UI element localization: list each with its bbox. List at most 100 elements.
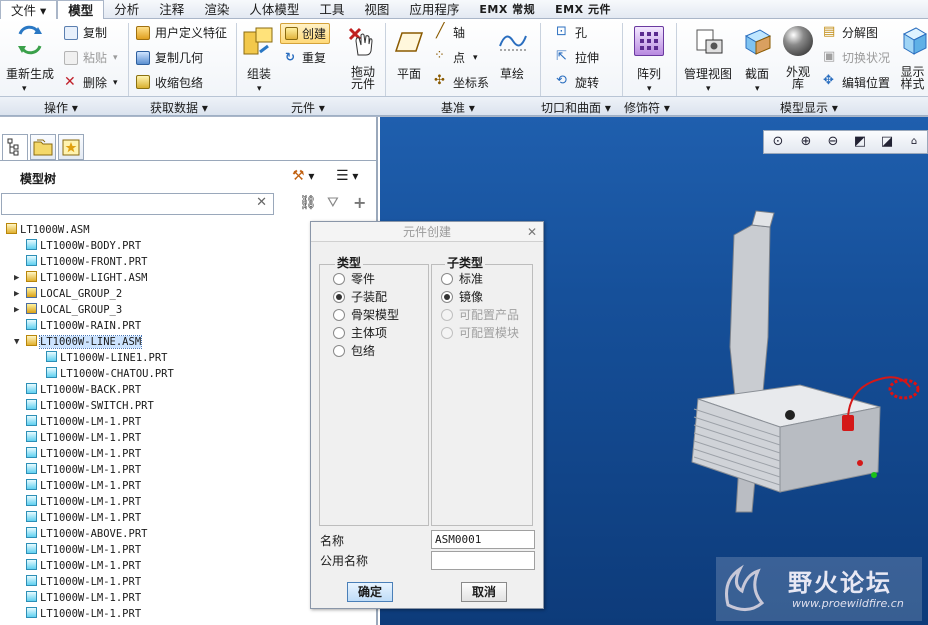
edit-position-button[interactable]: 编辑位置 <box>842 76 890 90</box>
filter-icon[interactable]: ⛛ <box>327 195 339 211</box>
tree-item[interactable]: LT1000W-LM-1.PRT <box>26 462 141 478</box>
tree-item[interactable]: LT1000W-LM-1.PRT <box>26 446 141 462</box>
menu-analysis[interactable]: 分析 <box>104 0 149 19</box>
menu-tools[interactable]: 工具 <box>309 0 354 19</box>
clear-search-icon[interactable]: ✕ <box>256 195 267 210</box>
menu-model[interactable]: 模型 <box>57 0 105 20</box>
appearance-gallery-icon[interactable] <box>783 26 813 56</box>
group-model-display[interactable]: 模型显示 ▾ <box>780 99 838 116</box>
group-datum[interactable]: 基准 ▾ <box>441 99 475 116</box>
delete-button[interactable]: 删除 <box>83 76 107 90</box>
menu-manikin[interactable]: 人体模型 <box>239 0 309 19</box>
revolve-button[interactable]: 旋转 <box>575 76 599 90</box>
shrinkwrap-button[interactable]: 收缩包络 <box>155 76 203 90</box>
tree-item[interactable]: LT1000W-LM-1.PRT <box>26 414 141 430</box>
regenerate-dropdown-icon[interactable]: ▾ <box>22 82 27 96</box>
menu-view[interactable]: 视图 <box>354 0 399 19</box>
refit-icon[interactable]: ⊙ <box>767 131 789 153</box>
drag-components-icon[interactable] <box>346 25 376 57</box>
tree-item[interactable]: ▶ LOCAL_GROUP_3 <box>14 302 122 318</box>
tree-item[interactable]: LT1000W-BODY.PRT <box>26 238 141 254</box>
type-radio[interactable]: 主体项 <box>333 326 387 340</box>
regenerate-icon[interactable] <box>14 24 46 56</box>
paste-dropdown-icon[interactable]: ▾ <box>113 51 118 65</box>
group-modifiers[interactable]: 修饰符 ▾ <box>624 99 670 116</box>
tree-item[interactable]: LT1000W-LM-1.PRT <box>26 606 141 622</box>
type-radio[interactable]: 骨架模型 <box>333 308 399 322</box>
ok-button[interactable]: 确定 <box>347 582 393 602</box>
zoom-in-icon[interactable]: ⊕ <box>795 131 817 153</box>
tree-item[interactable]: LT1000W-LM-1.PRT <box>26 574 141 590</box>
add-column-icon[interactable]: + <box>353 193 366 212</box>
manage-views-button[interactable]: 管理视图 <box>684 67 732 81</box>
regenerate-button[interactable]: 重新生成 <box>6 67 54 81</box>
drag-components-button[interactable]: 拖动元件 <box>348 66 378 90</box>
type-radio[interactable]: 包络 <box>333 344 375 358</box>
common-name-input[interactable] <box>431 551 535 570</box>
assemble-button[interactable]: 组装 <box>247 67 271 81</box>
tree-item[interactable]: LT1000W-RAIN.PRT <box>26 318 141 334</box>
subtype-radio[interactable]: 镜像 <box>441 290 483 304</box>
point-dropdown-icon[interactable]: ▾ <box>473 51 478 65</box>
group-component[interactable]: 元件 ▾ <box>291 99 325 116</box>
pattern-dropdown-icon[interactable]: ▾ <box>647 82 652 96</box>
tree-item[interactable]: LT1000W-SWITCH.PRT <box>26 398 154 414</box>
menu-render[interactable]: 渲染 <box>194 0 239 19</box>
tree-item[interactable]: LT1000W-BACK.PRT <box>26 382 141 398</box>
tree-expander-icon[interactable]: ▶ <box>14 270 19 286</box>
section-dropdown-icon[interactable]: ▾ <box>755 82 760 96</box>
subtype-radio[interactable]: 标准 <box>441 272 483 286</box>
tree-item[interactable]: LT1000W-LM-1.PRT <box>26 430 141 446</box>
exploded-view-button[interactable]: 分解图 <box>842 26 878 40</box>
toggle-status-button[interactable]: 切换状况 <box>842 51 890 65</box>
tree-columns-button[interactable]: ☰ ▾ <box>336 166 372 186</box>
tree-item[interactable]: LT1000W-LM-1.PRT <box>26 542 141 558</box>
repeat-button[interactable]: 重复 <box>302 51 326 65</box>
copy-geometry-button[interactable]: 复制几何 <box>155 51 203 65</box>
delete-dropdown-icon[interactable]: ▾ <box>113 76 118 90</box>
tree-expander-icon[interactable]: ▶ <box>14 302 19 318</box>
tree-item[interactable]: LT1000W-LM-1.PRT <box>26 590 141 606</box>
assemble-dropdown-icon[interactable]: ▾ <box>257 82 262 96</box>
section-icon[interactable] <box>742 26 772 56</box>
tree-item[interactable]: LT1000W-ABOVE.PRT <box>26 526 147 542</box>
menu-file[interactable]: 文件 ▾ <box>0 0 58 19</box>
plane-icon[interactable] <box>394 30 424 54</box>
type-radio[interactable]: 零件 <box>333 272 375 286</box>
tab-model-tree[interactable] <box>2 134 28 160</box>
repaint-icon[interactable]: ◩ <box>849 131 871 153</box>
hole-button[interactable]: 孔 <box>575 26 587 40</box>
group-get-data[interactable]: 获取数据 ▾ <box>150 99 208 116</box>
pattern-button[interactable]: 阵列 <box>637 67 661 81</box>
tree-item[interactable]: LT1000W.ASM <box>6 222 90 238</box>
extrude-button[interactable]: 拉伸 <box>575 51 599 65</box>
tree-item[interactable]: LT1000W-CHATOU.PRT <box>46 366 174 382</box>
tab-folder-browser[interactable] <box>30 134 56 160</box>
find-icon[interactable]: ⛓ <box>299 195 317 211</box>
appearance-gallery-button[interactable]: 外观库 <box>786 66 810 90</box>
cancel-button[interactable]: 取消 <box>461 582 507 602</box>
copy-button[interactable]: 复制 <box>83 26 107 40</box>
manage-views-icon[interactable] <box>694 26 724 56</box>
menu-applications[interactable]: 应用程序 <box>399 0 469 19</box>
tree-settings-button[interactable]: ⚒ ▾ <box>292 166 328 186</box>
tree-item[interactable]: ▶ LT1000W-LIGHT.ASM <box>14 270 147 286</box>
zoom-out-icon[interactable]: ⊖ <box>822 131 844 153</box>
group-operations[interactable]: 操作 ▾ <box>44 99 78 116</box>
udf-button[interactable]: 用户定义特征 <box>155 26 227 40</box>
display-style-toolbar-icon[interactable]: ◪ <box>876 131 898 153</box>
tree-item[interactable]: ▼ LT1000W-LINE.ASM <box>14 334 143 350</box>
group-cut-surface[interactable]: 切口和曲面 ▾ <box>541 99 611 116</box>
tree-item[interactable]: LT1000W-LM-1.PRT <box>26 478 141 494</box>
tree-expander-icon[interactable]: ▼ <box>14 334 19 350</box>
menu-emx-general[interactable]: EMX 常规 <box>469 0 545 19</box>
manage-views-dropdown-icon[interactable]: ▾ <box>706 82 711 96</box>
menu-emx-component[interactable]: EMX 元件 <box>545 0 621 19</box>
tree-item[interactable]: LT1000W-FRONT.PRT <box>26 254 147 270</box>
sketch-button[interactable]: 草绘 <box>500 67 524 81</box>
point-button[interactable]: 点 <box>453 51 465 65</box>
csys-button[interactable]: 坐标系 <box>453 76 489 90</box>
tree-item[interactable]: LT1000W-LINE1.PRT <box>46 350 167 366</box>
create-button[interactable]: 创建 <box>280 23 330 44</box>
assemble-icon[interactable] <box>242 26 274 58</box>
